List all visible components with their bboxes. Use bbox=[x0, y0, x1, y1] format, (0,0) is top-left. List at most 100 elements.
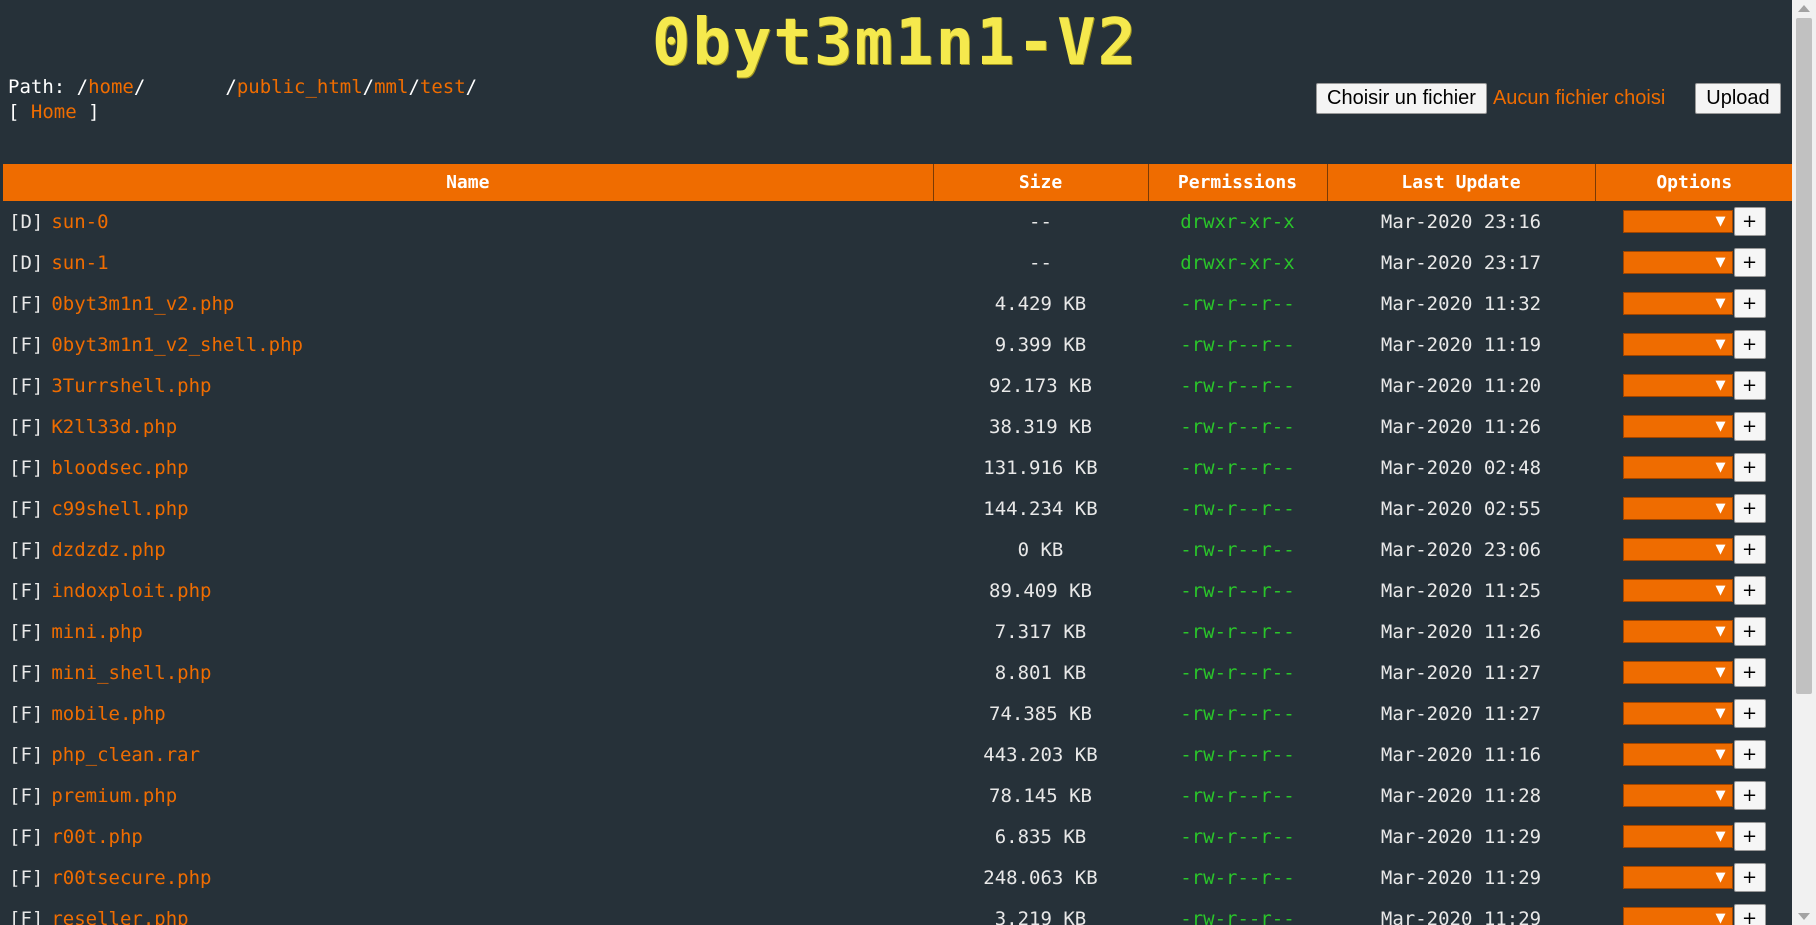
apply-action-button[interactable]: + bbox=[1733, 617, 1766, 646]
file-link[interactable]: r00tsecure.php bbox=[51, 867, 211, 889]
apply-action-button[interactable]: + bbox=[1733, 494, 1766, 523]
apply-action-button[interactable]: + bbox=[1733, 535, 1766, 564]
home-link[interactable]: Home bbox=[31, 101, 77, 123]
cell-size: 0 KB bbox=[1017, 538, 1064, 561]
path-segment-public-html[interactable]: public_html bbox=[237, 76, 363, 98]
cell-permissions[interactable]: drwxr-xr-x bbox=[1148, 242, 1327, 283]
cell-permissions[interactable]: -rw-r--r-- bbox=[1148, 611, 1327, 652]
apply-action-button[interactable]: + bbox=[1733, 863, 1766, 892]
choose-file-button[interactable]: Choisir un fichier bbox=[1316, 83, 1487, 114]
cell-permissions[interactable]: -rw-r--r-- bbox=[1148, 693, 1327, 734]
apply-action-button[interactable]: + bbox=[1733, 412, 1766, 441]
file-link[interactable]: 0byt3m1n1_v2_shell.php bbox=[51, 334, 303, 356]
action-select[interactable]: ▼ bbox=[1622, 579, 1733, 602]
apply-action-button[interactable]: + bbox=[1733, 289, 1766, 318]
scroll-thumb[interactable] bbox=[1796, 18, 1812, 694]
file-link[interactable]: sun-0 bbox=[51, 211, 108, 233]
cell-permissions[interactable]: -rw-r--r-- bbox=[1148, 775, 1327, 816]
scroll-down-arrow-icon[interactable] bbox=[1798, 913, 1810, 920]
apply-action-button[interactable]: + bbox=[1733, 330, 1766, 359]
upload-button[interactable]: Upload bbox=[1695, 83, 1781, 114]
action-select[interactable]: ▼ bbox=[1622, 661, 1733, 684]
action-select[interactable]: ▼ bbox=[1622, 866, 1733, 889]
action-select[interactable]: ▼ bbox=[1622, 538, 1733, 561]
apply-action-button[interactable]: + bbox=[1733, 576, 1766, 605]
cell-permissions[interactable]: -rw-r--r-- bbox=[1148, 406, 1327, 447]
path-segment-test[interactable]: test bbox=[420, 76, 466, 98]
file-link[interactable]: premium.php bbox=[51, 785, 177, 807]
cell-permissions[interactable]: -rw-r--r-- bbox=[1148, 529, 1327, 570]
cell-permissions[interactable]: -rw-r--r-- bbox=[1148, 447, 1327, 488]
cell-name: [F] K2ll33d.php bbox=[3, 406, 933, 447]
file-link[interactable]: r00t.php bbox=[51, 826, 143, 848]
apply-action-button[interactable]: + bbox=[1733, 699, 1766, 728]
action-select[interactable]: ▼ bbox=[1622, 415, 1733, 438]
cell-permissions[interactable]: -rw-r--r-- bbox=[1148, 324, 1327, 365]
apply-action-button[interactable]: + bbox=[1733, 371, 1766, 400]
file-link[interactable]: indoxploit.php bbox=[51, 580, 211, 602]
action-select[interactable]: ▼ bbox=[1622, 620, 1733, 643]
cell-name: [F] mobile.php bbox=[3, 693, 933, 734]
path-separator: / bbox=[362, 76, 375, 98]
action-select[interactable]: ▼ bbox=[1622, 497, 1733, 520]
cell-size: 78.145 KB bbox=[989, 784, 1092, 807]
cell-size: 4.429 KB bbox=[994, 292, 1087, 315]
action-select[interactable]: ▼ bbox=[1622, 374, 1733, 397]
action-select[interactable]: ▼ bbox=[1622, 210, 1733, 233]
file-link[interactable]: 0byt3m1n1_v2.php bbox=[51, 293, 234, 315]
cell-permissions[interactable]: -rw-r--r-- bbox=[1148, 570, 1327, 611]
file-link[interactable]: reseller.php bbox=[51, 908, 188, 925]
file-link[interactable]: K2ll33d.php bbox=[51, 416, 177, 438]
apply-action-button[interactable]: + bbox=[1733, 207, 1766, 236]
cell-permissions[interactable]: drwxr-xr-x bbox=[1148, 201, 1327, 242]
entry-type: [F] bbox=[9, 784, 44, 807]
cell-permissions[interactable]: -rw-r--r-- bbox=[1148, 652, 1327, 693]
cell-permissions[interactable]: -rw-r--r-- bbox=[1148, 488, 1327, 529]
table-row: [F] K2ll33d.php 38.319 KB -rw-r--r-- Mar-202… bbox=[3, 406, 1793, 447]
path-segment-mml[interactable]: mml bbox=[374, 76, 408, 98]
vertical-scrollbar[interactable] bbox=[1792, 0, 1816, 925]
file-link[interactable]: c99shell.php bbox=[51, 498, 188, 520]
apply-action-button[interactable]: + bbox=[1733, 658, 1766, 687]
file-link[interactable]: mini_shell.php bbox=[51, 662, 211, 684]
file-link[interactable]: bloodsec.php bbox=[51, 457, 188, 479]
apply-action-button[interactable]: + bbox=[1733, 740, 1766, 769]
table-row: [F] r00tsecure.php 248.063 KB -rw-r--r-- Mar… bbox=[3, 857, 1793, 898]
file-link[interactable]: sun-1 bbox=[51, 252, 108, 274]
cell-permissions[interactable]: -rw-r--r-- bbox=[1148, 816, 1327, 857]
action-select[interactable]: ▼ bbox=[1622, 333, 1733, 356]
cell-permissions[interactable]: -rw-r--r-- bbox=[1148, 734, 1327, 775]
apply-action-button[interactable]: + bbox=[1733, 248, 1766, 277]
cell-permissions[interactable]: -rw-r--r-- bbox=[1148, 857, 1327, 898]
action-select[interactable]: ▼ bbox=[1622, 907, 1733, 925]
cell-name: [D] sun-0 bbox=[3, 201, 933, 242]
action-select[interactable]: ▼ bbox=[1622, 825, 1733, 848]
file-link[interactable]: 3Turrshell.php bbox=[51, 375, 211, 397]
action-select[interactable]: ▼ bbox=[1622, 784, 1733, 807]
file-link[interactable]: php_clean.rar bbox=[51, 744, 200, 766]
cell-size: 6.835 KB bbox=[994, 825, 1087, 848]
action-select[interactable]: ▼ bbox=[1622, 292, 1733, 315]
chevron-down-icon: ▼ bbox=[1715, 788, 1726, 803]
file-link[interactable]: dzdzdz.php bbox=[51, 539, 165, 561]
scroll-up-arrow-icon[interactable] bbox=[1798, 5, 1810, 12]
action-select[interactable]: ▼ bbox=[1622, 456, 1733, 479]
cell-size: 38.319 KB bbox=[989, 415, 1092, 438]
action-select[interactable]: ▼ bbox=[1622, 743, 1733, 766]
cell-permissions[interactable]: -rw-r--r-- bbox=[1148, 898, 1327, 925]
action-select[interactable]: ▼ bbox=[1622, 251, 1733, 274]
file-link[interactable]: mini.php bbox=[51, 621, 143, 643]
apply-action-button[interactable]: + bbox=[1733, 781, 1766, 810]
apply-action-button[interactable]: + bbox=[1733, 822, 1766, 851]
apply-action-button[interactable]: + bbox=[1733, 453, 1766, 482]
cell-permissions[interactable]: -rw-r--r-- bbox=[1148, 365, 1327, 406]
path-segment-home[interactable]: home bbox=[88, 76, 134, 98]
action-select[interactable]: ▼ bbox=[1622, 702, 1733, 725]
upload-form: Choisir un fichier Aucun fichier choisi … bbox=[1316, 83, 1781, 114]
file-link[interactable]: mobile.php bbox=[51, 703, 165, 725]
chevron-down-icon: ▼ bbox=[1715, 460, 1726, 475]
apply-action-button[interactable]: + bbox=[1733, 904, 1766, 925]
entry-type: [F] bbox=[9, 497, 44, 520]
cell-permissions[interactable]: -rw-r--r-- bbox=[1148, 283, 1327, 324]
path-breadcrumb: Path: /home/ /public_html/mml/test/ bbox=[8, 76, 477, 98]
